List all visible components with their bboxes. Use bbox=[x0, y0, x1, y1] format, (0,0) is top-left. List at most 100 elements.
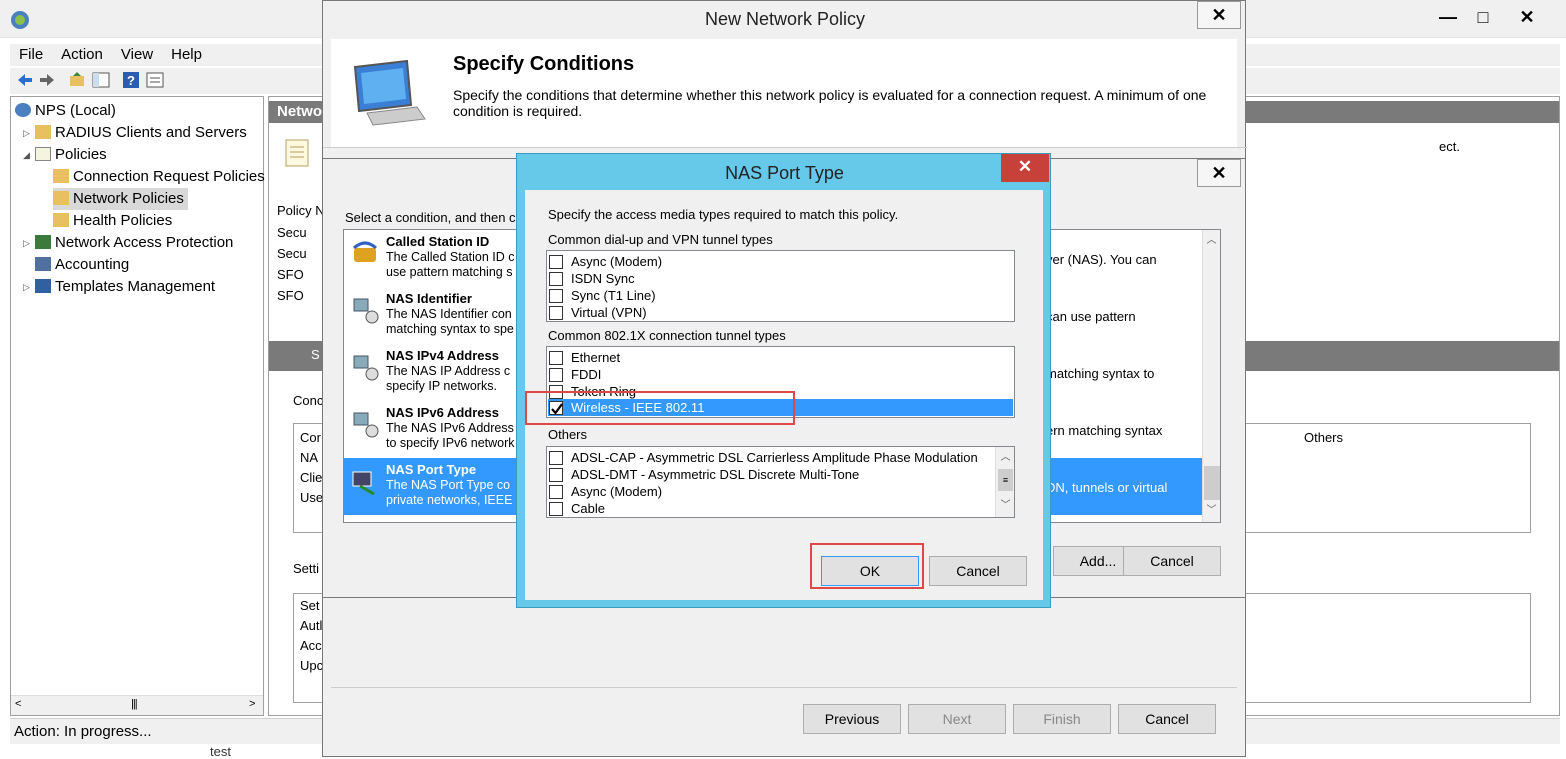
others-list[interactable]: ADSL-CAP - Asymmetric DSL Carrierless Am… bbox=[546, 446, 1015, 518]
phone-icon bbox=[352, 241, 378, 262]
svg-text:?: ? bbox=[127, 73, 135, 88]
policy-row[interactable]: Secu bbox=[277, 225, 307, 240]
checkbox-sync-t1[interactable]: Sync (T1 Line) bbox=[549, 287, 656, 304]
checkbox-virtual-vpn[interactable]: Virtual (VPN) bbox=[549, 304, 647, 321]
tree-network-access-protection[interactable]: Network Access Protection bbox=[35, 232, 233, 254]
scroll-left-icon[interactable]: < bbox=[15, 698, 21, 710]
nas-cancel-button[interactable]: Cancel bbox=[929, 556, 1027, 586]
scroll-down-icon[interactable]: ﹀ bbox=[997, 497, 1014, 514]
nas-dialog-title: NAS Port Type bbox=[725, 163, 844, 183]
monitor-icon bbox=[353, 59, 426, 126]
close-main-button[interactable]: ✕ bbox=[1507, 6, 1547, 28]
wizard-header: Specify Conditions Specify the condition… bbox=[331, 39, 1237, 147]
templates-icon bbox=[35, 279, 51, 293]
finish-button[interactable]: Finish bbox=[1013, 704, 1111, 734]
next-button[interactable]: Next bbox=[908, 704, 1006, 734]
folder-icon bbox=[35, 125, 51, 139]
scroll-up-icon[interactable]: ︿ bbox=[997, 449, 1014, 466]
select-condition-prompt: Select a condition, and then c bbox=[345, 210, 516, 225]
nas-port-type-dialog: NAS Port Type ✕ Specify the access media… bbox=[516, 153, 1051, 608]
others-label: Others bbox=[548, 427, 588, 442]
checkbox-fddi[interactable]: FDDI bbox=[549, 366, 601, 383]
help-icon[interactable]: ? bbox=[122, 71, 140, 89]
checkbox-adsl-dmt[interactable]: ADSL-DMT - Asymmetric DSL Discrete Multi… bbox=[549, 466, 859, 483]
maximize-button[interactable]: □ bbox=[1463, 6, 1503, 28]
policy-column-header[interactable]: Policy N bbox=[277, 203, 325, 218]
nps-app-icon bbox=[11, 11, 29, 29]
accounting-icon bbox=[35, 257, 51, 271]
folder-icon bbox=[53, 169, 69, 183]
wizard-title: New Network Policy bbox=[704, 9, 866, 29]
menu-file[interactable]: File bbox=[10, 44, 52, 66]
tree-radius-clients[interactable]: RADIUS Clients and Servers bbox=[35, 122, 247, 144]
tree-network-policies[interactable]: Network Policies bbox=[53, 188, 188, 210]
menu-action[interactable]: Action bbox=[52, 44, 112, 66]
server-network-icon bbox=[353, 298, 379, 324]
collapse-arrow-icon[interactable]: ◢ bbox=[23, 150, 30, 161]
server-network-icon bbox=[353, 412, 379, 438]
select-condition-close-button[interactable]: ✕ bbox=[1197, 159, 1241, 187]
details-info-text: ect. bbox=[1439, 139, 1460, 154]
back-arrow-icon[interactable] bbox=[16, 71, 34, 89]
tree-health-policies[interactable]: Health Policies bbox=[53, 210, 172, 232]
expand-arrow-icon[interactable]: ▷ bbox=[23, 238, 30, 249]
policy-row[interactable]: SFO bbox=[277, 267, 304, 282]
wizard-close-button[interactable]: ✕ bbox=[1197, 1, 1241, 29]
wizard-heading: Specify Conditions bbox=[453, 53, 635, 75]
ok-highlight-box bbox=[810, 543, 924, 589]
expand-arrow-icon[interactable]: ▷ bbox=[23, 128, 30, 139]
policy-row[interactable]: Secu bbox=[277, 246, 307, 261]
scroll-down-icon[interactable]: ﹀ bbox=[1203, 502, 1220, 519]
others-scrollbar[interactable]: ︿ ≡ ﹀ bbox=[995, 447, 1014, 517]
expand-arrow-icon[interactable]: ▷ bbox=[23, 282, 30, 293]
properties-icon[interactable] bbox=[146, 71, 164, 89]
tree-policies[interactable]: Policies bbox=[35, 144, 107, 166]
tree-connection-request-policies[interactable]: Connection Request Policies bbox=[53, 166, 265, 188]
divider bbox=[323, 147, 1247, 148]
checkbox-isdn-sync[interactable]: ISDN Sync bbox=[549, 270, 635, 287]
port-cable-icon bbox=[352, 471, 375, 496]
conditions-label: Conc bbox=[293, 393, 324, 408]
others-column-header[interactable]: Others bbox=[1304, 430, 1343, 445]
folder-icon bbox=[53, 213, 69, 227]
nas-close-button[interactable]: ✕ bbox=[1001, 154, 1049, 182]
minimize-button[interactable]: — bbox=[1428, 6, 1468, 28]
tree-templates-management[interactable]: Templates Management bbox=[35, 276, 215, 298]
menu-view[interactable]: View bbox=[112, 44, 162, 66]
wizard-cancel-button[interactable]: Cancel bbox=[1118, 704, 1216, 734]
dialup-vpn-list[interactable]: Async (Modem) ISDN Sync Sync (T1 Line) V… bbox=[546, 250, 1015, 322]
scroll-thumb[interactable]: ≡ bbox=[998, 469, 1013, 491]
console-tree: NPS (Local) ▷ RADIUS Clients and Servers… bbox=[10, 96, 265, 716]
tree-nps-local[interactable]: NPS (Local) bbox=[15, 100, 116, 122]
nap-icon bbox=[35, 235, 51, 249]
menu-help[interactable]: Help bbox=[162, 44, 211, 66]
show-hide-tree-icon[interactable] bbox=[92, 71, 110, 89]
globe-icon bbox=[15, 103, 31, 117]
policy-doc-icon bbox=[35, 147, 51, 161]
condition-list-scrollbar[interactable]: ︿ ﹀ bbox=[1202, 230, 1220, 522]
checkbox-adsl-cap[interactable]: ADSL-CAP - Asymmetric DSL Carrierless Am… bbox=[549, 449, 978, 466]
scroll-thumb[interactable] bbox=[1204, 466, 1220, 500]
checkbox-async-modem[interactable]: Async (Modem) bbox=[549, 253, 662, 270]
divider bbox=[331, 687, 1237, 688]
scroll-up-icon[interactable]: ︿ bbox=[1203, 232, 1220, 249]
up-folder-icon[interactable] bbox=[68, 71, 86, 89]
group2-label: Common 802.1X connection tunnel types bbox=[548, 328, 786, 343]
folder-users-icon bbox=[53, 191, 69, 205]
server-network-icon bbox=[353, 355, 379, 381]
tree-accounting[interactable]: Accounting bbox=[35, 254, 129, 276]
checkbox-ethernet[interactable]: Ethernet bbox=[549, 349, 620, 366]
policy-doc-icon bbox=[285, 139, 309, 167]
previous-button[interactable]: Previous bbox=[803, 704, 901, 734]
scroll-right-icon[interactable]: > bbox=[249, 698, 255, 710]
checkbox-async-modem-other[interactable]: Async (Modem) bbox=[549, 483, 662, 500]
policy-row[interactable]: SFO bbox=[277, 288, 304, 303]
wizard-description: Specify the conditions that determine wh… bbox=[453, 87, 1207, 119]
tree-hscrollbar[interactable]: < ||| > bbox=[11, 695, 263, 715]
checkbox-cable[interactable]: Cable bbox=[549, 500, 605, 517]
forward-arrow-icon[interactable] bbox=[38, 71, 56, 89]
select-condition-cancel-button[interactable]: Cancel bbox=[1123, 546, 1221, 576]
wireless-highlight-box bbox=[525, 391, 795, 425]
group1-label: Common dial-up and VPN tunnel types bbox=[548, 232, 773, 247]
scroll-thumb-grip-icon[interactable]: ||| bbox=[131, 698, 138, 710]
